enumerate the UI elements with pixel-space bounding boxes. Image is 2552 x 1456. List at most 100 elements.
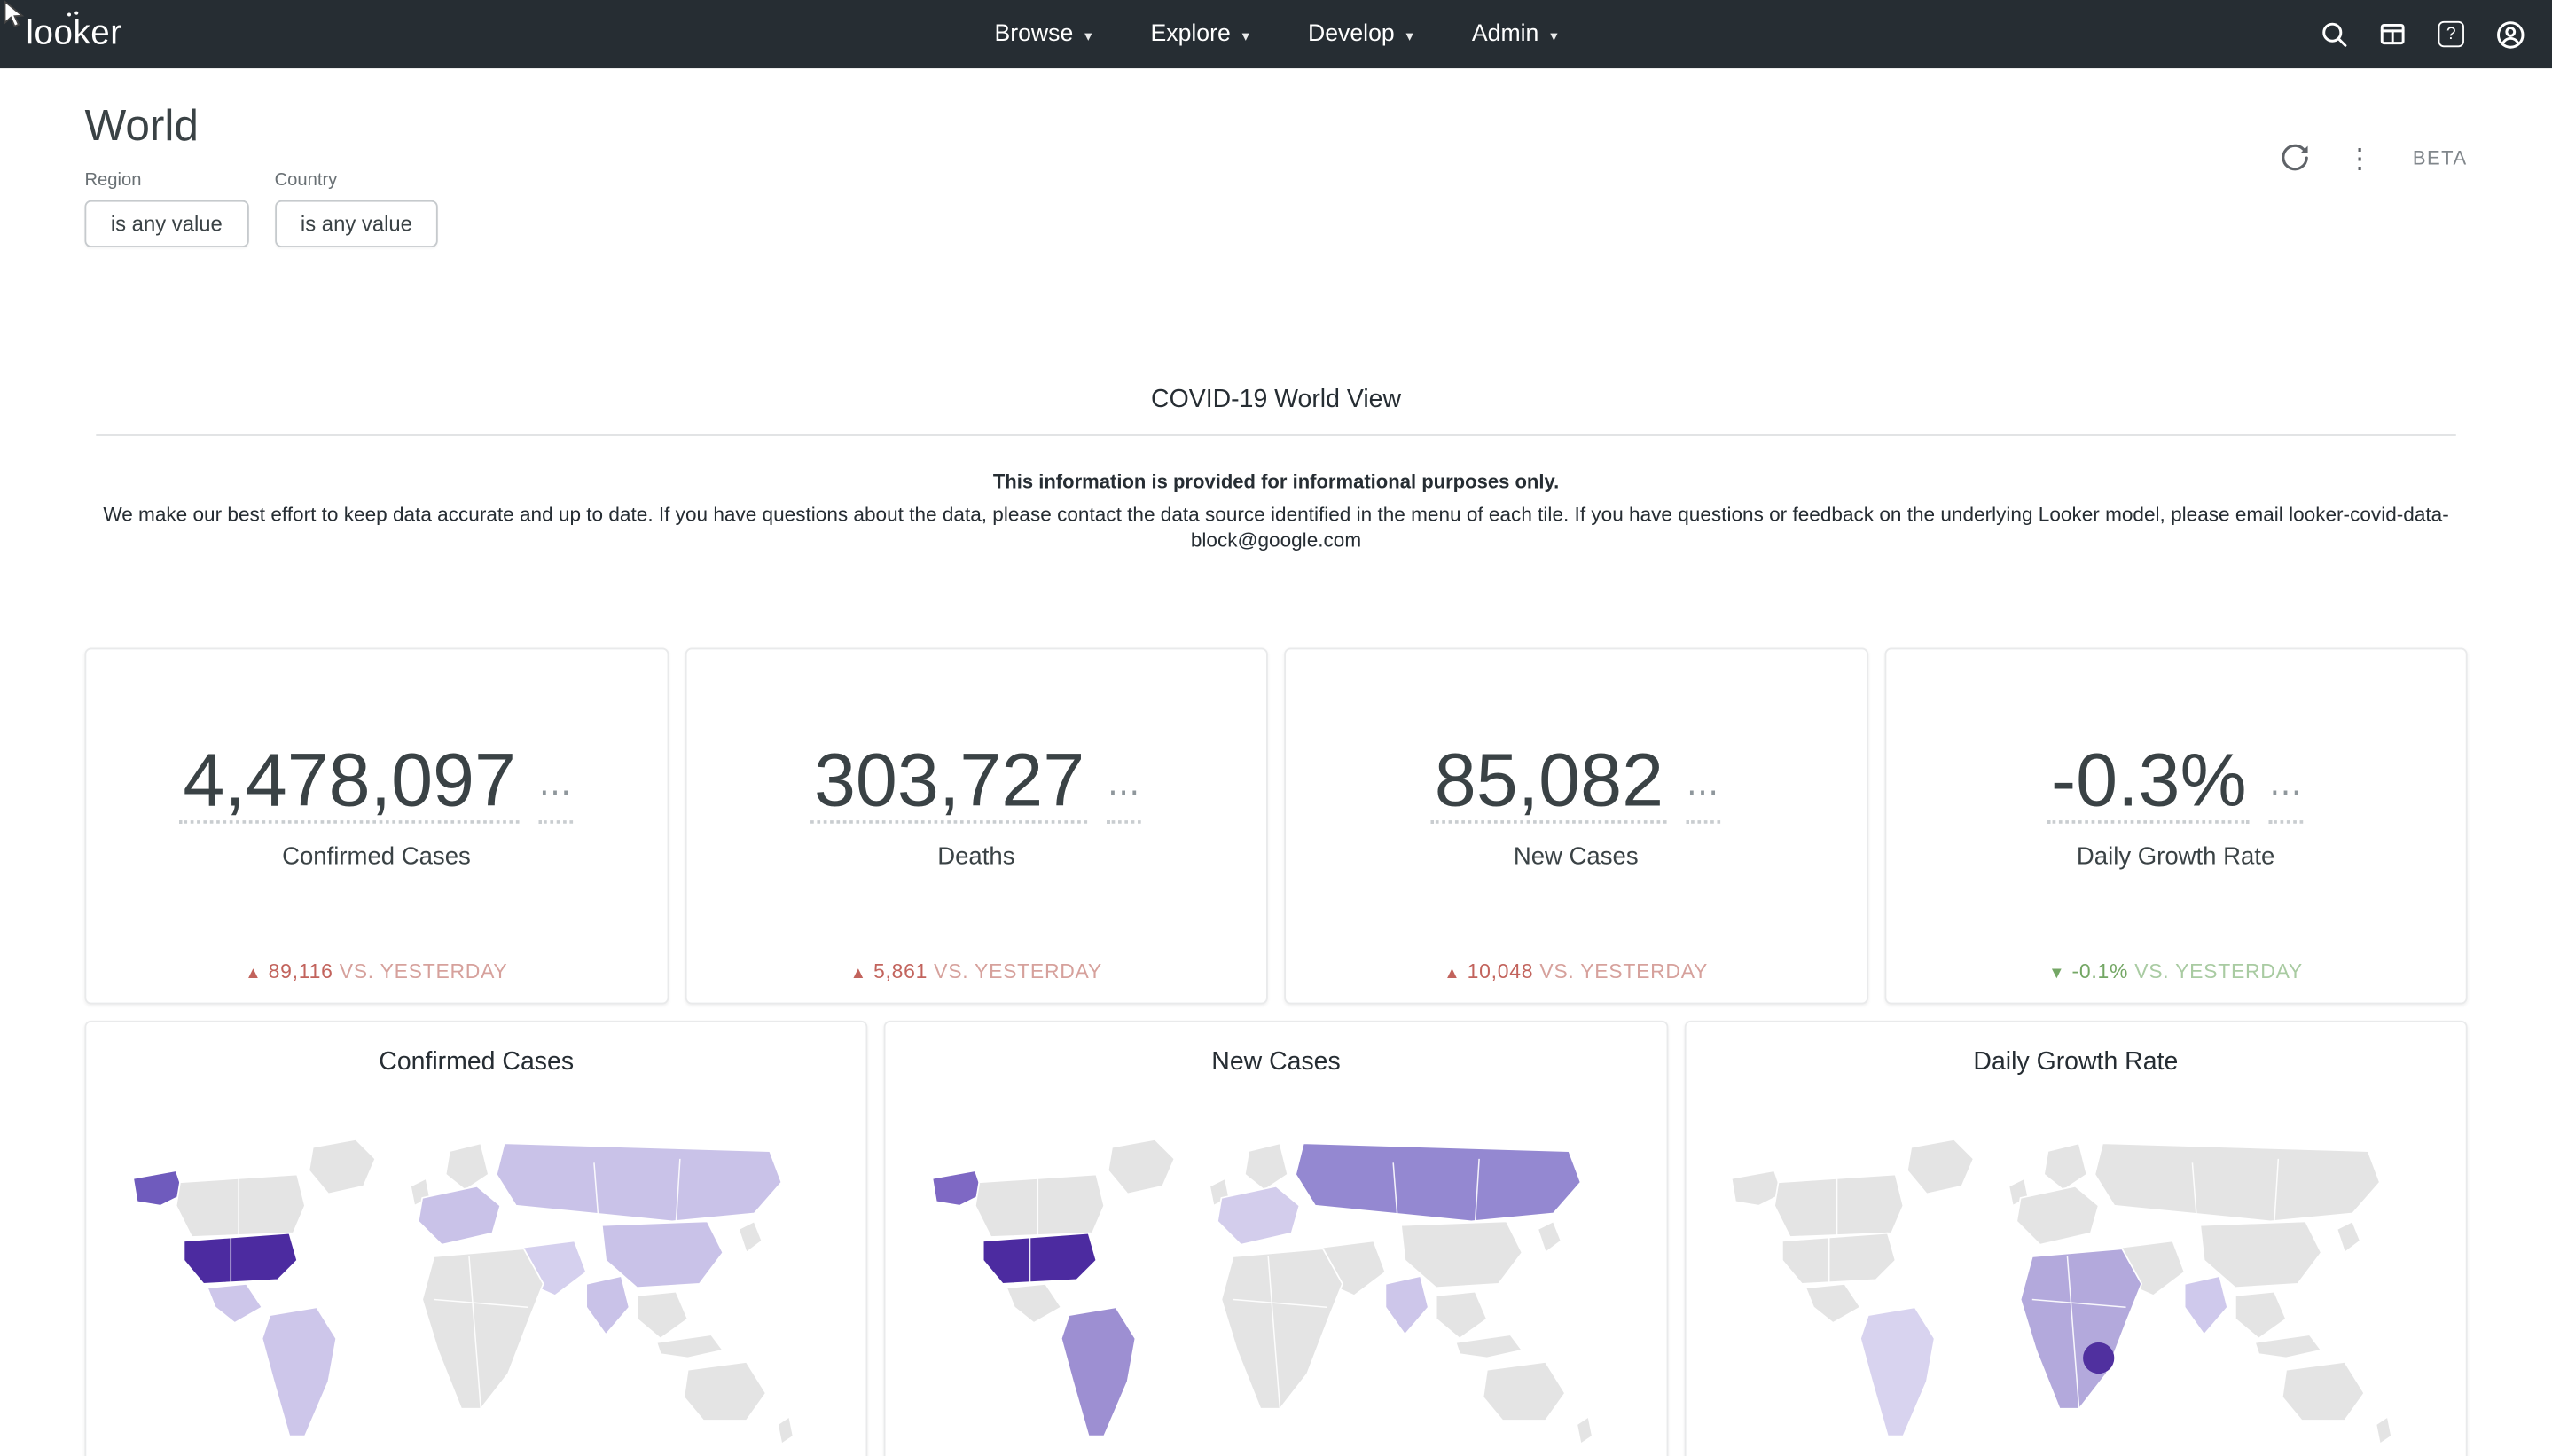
world-map[interactable] bbox=[925, 1120, 1628, 1456]
filter-region-label: Region bbox=[84, 171, 248, 191]
region-new-zealand bbox=[1577, 1417, 1593, 1444]
region-new-zealand bbox=[2376, 1417, 2392, 1444]
more-vert-icon[interactable]: ⋮ bbox=[2346, 144, 2374, 171]
kpi-comparison: ▲ 10,048 VS. YESTERDAY bbox=[1286, 960, 1866, 983]
region-south-america bbox=[1061, 1307, 1136, 1436]
kpi-value-link[interactable]: 303,727 bbox=[810, 740, 1088, 824]
region-usa bbox=[184, 1233, 297, 1284]
region-japan bbox=[738, 1221, 761, 1252]
tile-more-icon[interactable]: ⋯ bbox=[539, 777, 574, 824]
tile-more-icon[interactable]: ⋯ bbox=[2269, 777, 2304, 824]
region-africa bbox=[421, 1249, 543, 1409]
world-map[interactable] bbox=[125, 1120, 828, 1456]
region-india bbox=[1385, 1276, 1428, 1335]
filter-region-value[interactable]: is any value bbox=[84, 200, 248, 247]
world-map-svg bbox=[1724, 1120, 2427, 1456]
region-europe bbox=[1217, 1186, 1300, 1245]
main-menu: Browse ▾ Explore ▾ Develop ▾ Admin ▾ bbox=[995, 21, 1558, 47]
disclaimer-body: We make our best effort to keep data acc… bbox=[103, 501, 2450, 553]
region-se-asia bbox=[2235, 1292, 2286, 1339]
map-tile-confirmed-cases: Confirmed Cases bbox=[84, 1021, 867, 1456]
region-europe bbox=[418, 1186, 500, 1245]
map-row: Confirmed Cases bbox=[0, 1021, 2552, 1456]
kpi-comparison: ▲89,116 VS. YESTERDAY bbox=[86, 960, 666, 983]
delta-value: 5,861 bbox=[873, 960, 928, 983]
kpi-label: New Cases bbox=[1286, 843, 1866, 871]
tile-more-icon[interactable]: ⋯ bbox=[1108, 777, 1142, 824]
region-greenland bbox=[1907, 1139, 1974, 1194]
nav-icon-group: ? bbox=[2318, 18, 2526, 51]
region-south-america bbox=[1861, 1307, 1936, 1436]
delta-value: 10,048 bbox=[1468, 960, 1534, 983]
menu-develop-label: Develop bbox=[1308, 21, 1395, 47]
chevron-down-icon: ▾ bbox=[1084, 27, 1092, 44]
region-japan bbox=[2337, 1221, 2360, 1252]
world-map[interactable] bbox=[1724, 1120, 2427, 1456]
page-title: World bbox=[84, 101, 2467, 152]
search-icon[interactable] bbox=[2318, 18, 2351, 51]
help-icon[interactable]: ? bbox=[2435, 18, 2468, 51]
region-africa bbox=[2021, 1249, 2142, 1409]
region-africa-highlight bbox=[1284, 1342, 1315, 1374]
kpi-value-link[interactable]: 4,478,097 bbox=[180, 740, 520, 824]
beta-badge: BETA bbox=[2413, 146, 2468, 169]
disclaimer-bold: This information is provided for informa… bbox=[0, 470, 2552, 493]
kpi-tile-new-cases: 85,082 ⋯ New Cases ▲ 10,048 VS. YESTERDAY bbox=[1284, 648, 1867, 1005]
trend-arrow-icon: ▲ bbox=[850, 965, 867, 982]
tile-more-icon[interactable]: ⋯ bbox=[1687, 777, 1721, 824]
trend-arrow-icon: ▼ bbox=[2048, 965, 2065, 982]
region-usa bbox=[1782, 1233, 1896, 1284]
delta-suffix: VS. YESTERDAY bbox=[1539, 960, 1708, 983]
region-australia bbox=[1483, 1362, 1565, 1421]
region-russia bbox=[1296, 1143, 1581, 1221]
kpi-comparison: ▲5,861 VS. YESTERDAY bbox=[686, 960, 1266, 983]
region-new-zealand bbox=[777, 1417, 793, 1444]
kpi-label: Daily Growth Rate bbox=[1885, 843, 2465, 871]
delta-suffix: VS. YESTERDAY bbox=[340, 960, 508, 983]
region-indonesia bbox=[1456, 1335, 1523, 1358]
region-mexico bbox=[1006, 1284, 1061, 1323]
trend-arrow-icon: ▲ bbox=[1444, 965, 1460, 982]
region-greenland bbox=[309, 1139, 375, 1194]
region-africa bbox=[1221, 1249, 1343, 1409]
region-russia bbox=[2095, 1143, 2381, 1221]
region-africa-highlight bbox=[484, 1342, 515, 1374]
region-mexico bbox=[207, 1284, 262, 1323]
delta-suffix: VS. YESTERDAY bbox=[2134, 960, 2303, 983]
world-map-svg bbox=[125, 1120, 828, 1456]
window-grid-icon[interactable] bbox=[2376, 18, 2409, 51]
map-tile-title: Daily Growth Rate bbox=[1686, 1048, 2466, 1077]
region-canada bbox=[975, 1174, 1104, 1236]
region-australia bbox=[684, 1362, 766, 1421]
kpi-tile-confirmed-cases: 4,478,097 ⋯ Confirmed Cases ▲89,116 VS. … bbox=[84, 648, 668, 1005]
region-australia bbox=[2282, 1362, 2365, 1421]
menu-explore[interactable]: Explore ▾ bbox=[1151, 21, 1249, 47]
filter-country-value[interactable]: is any value bbox=[275, 200, 439, 247]
region-south-america bbox=[262, 1307, 336, 1436]
menu-admin[interactable]: Admin ▾ bbox=[1472, 21, 1558, 47]
looker-logo[interactable]: looker bbox=[26, 15, 121, 54]
filter-country: Country is any value bbox=[275, 171, 439, 247]
chevron-down-icon: ▾ bbox=[1242, 27, 1249, 44]
screen: looker Browse ▾ Explore ▾ Develop ▾ bbox=[0, 0, 2552, 1456]
account-icon[interactable] bbox=[2493, 18, 2526, 51]
menu-browse[interactable]: Browse ▾ bbox=[995, 21, 1092, 47]
region-canada bbox=[176, 1174, 304, 1236]
map-tile-daily-growth-rate: Daily Growth Rate bbox=[1684, 1021, 2467, 1456]
kpi-value-link[interactable]: -0.3% bbox=[2047, 740, 2250, 824]
region-indonesia bbox=[656, 1335, 723, 1358]
kpi-value-link[interactable]: 85,082 bbox=[1431, 740, 1667, 824]
region-scandinavia bbox=[445, 1143, 488, 1190]
page-header: World ⋮ BETA bbox=[0, 101, 2552, 152]
refresh-icon[interactable] bbox=[2277, 140, 2313, 176]
menu-develop[interactable]: Develop ▾ bbox=[1308, 21, 1413, 47]
region-scandinavia bbox=[2045, 1143, 2087, 1190]
chevron-down-icon: ▾ bbox=[1550, 27, 1557, 44]
top-nav: looker Browse ▾ Explore ▾ Develop ▾ bbox=[0, 0, 2552, 68]
filter-bar: Region is any value Country is any value bbox=[0, 171, 2552, 247]
map-tile-title: New Cases bbox=[886, 1048, 1666, 1077]
region-greenland bbox=[1108, 1139, 1175, 1194]
region-india bbox=[2185, 1276, 2227, 1335]
region-india bbox=[586, 1276, 629, 1335]
map-tile-title: Confirmed Cases bbox=[86, 1048, 866, 1077]
